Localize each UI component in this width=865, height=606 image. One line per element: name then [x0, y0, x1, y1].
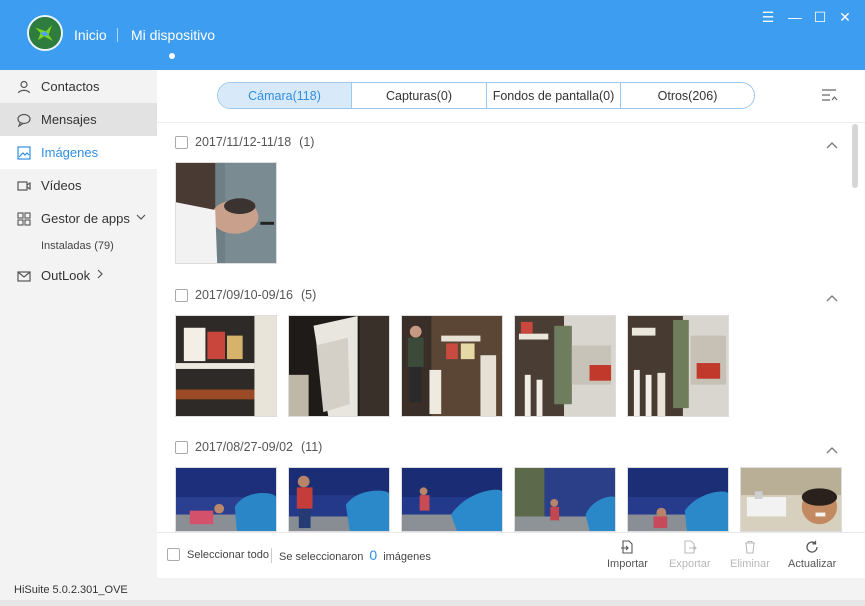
sidebar: Contactos Mensajes Imágenes Vídeos Gesto…: [0, 70, 157, 578]
date-group-header: 2017/08/27-09/02 (11): [175, 438, 322, 456]
photo-thumbnail[interactable]: [514, 315, 616, 417]
sidebar-item-outlook[interactable]: OutLook: [0, 259, 157, 292]
group-checkbox[interactable]: [175, 135, 188, 149]
export-button[interactable]: Exportar: [669, 540, 711, 570]
sort-icon[interactable]: [821, 88, 839, 104]
trash-icon: [743, 540, 757, 554]
export-label: Exportar: [669, 558, 711, 570]
photo-thumbnail[interactable]: [288, 315, 390, 417]
sidebar-item-images[interactable]: Imágenes: [0, 136, 157, 169]
selection-suffix: imágenes: [383, 551, 431, 563]
tab-camera[interactable]: Cámara(118): [218, 83, 351, 108]
import-label: Importar: [607, 558, 648, 570]
sidebar-item-label: Imágenes: [41, 145, 99, 160]
sidebar-item-videos[interactable]: Vídeos: [0, 169, 157, 202]
hisuite-logo: [27, 15, 63, 51]
user-icon: [16, 79, 32, 95]
refresh-icon: [805, 540, 819, 554]
group-date: 2017/09/10-09/16: [195, 288, 294, 302]
status-bar: HiSuite 5.0.2.301_OVE: [0, 578, 865, 606]
date-group-header: 2017/09/10-09/16 (5): [175, 286, 316, 304]
refresh-button[interactable]: Actualizar: [788, 540, 836, 570]
category-tabs: Cámara(118) Capturas(0) Fondos de pantal…: [217, 82, 755, 109]
title-bar: Inicio Mi dispositivo ☰ — ☐ ✕: [0, 0, 865, 70]
photo-thumbnail[interactable]: [175, 162, 277, 264]
divider: [271, 548, 272, 563]
selection-prefix: Se seleccionaron: [279, 551, 364, 563]
maximize-icon[interactable]: ☐: [811, 8, 829, 26]
hisuite-window: Inicio Mi dispositivo ☰ — ☐ ✕ Contactos …: [0, 0, 865, 606]
chevron-up-icon[interactable]: [825, 442, 839, 454]
photo-thumbnail[interactable]: [627, 467, 729, 532]
chevron-up-icon[interactable]: [825, 290, 839, 302]
photo-thumbnail[interactable]: [288, 467, 390, 532]
chevron-right-icon: [96, 269, 104, 282]
sidebar-item-app-manager[interactable]: Gestor de apps: [0, 202, 157, 235]
group-checkbox[interactable]: [175, 288, 188, 302]
sidebar-item-label: OutLook: [41, 268, 91, 283]
photo-thumbnail[interactable]: [401, 467, 503, 532]
photo-thumbnail[interactable]: [401, 315, 503, 417]
sidebar-item-label: Vídeos: [41, 178, 82, 193]
photo-thumbnail[interactable]: [175, 315, 277, 417]
nav-separator: [117, 28, 118, 42]
select-all-label: Seleccionar todo: [187, 548, 269, 561]
photo-thumbnail[interactable]: [514, 467, 616, 532]
tab-others[interactable]: Otros(206): [620, 83, 754, 108]
sidebar-subitem-installed[interactable]: Instaladas (79): [41, 240, 114, 252]
refresh-label: Actualizar: [788, 558, 837, 570]
chevron-down-icon: [136, 213, 146, 224]
date-group-header: 2017/11/12-11/18 (1): [175, 133, 314, 151]
message-icon: [16, 112, 32, 128]
sidebar-item-messages[interactable]: Mensajes: [0, 103, 157, 136]
minimize-icon[interactable]: —: [786, 8, 804, 26]
scrollbar-thumb[interactable]: [852, 124, 858, 188]
export-icon: [683, 540, 697, 554]
group-count: (11): [301, 440, 323, 454]
sidebar-item-label: Gestor de apps: [41, 211, 130, 226]
group-count: (5): [301, 288, 317, 302]
version-label: HiSuite 5.0.2.301_OVE: [14, 584, 128, 596]
select-all-checkbox[interactable]: [167, 548, 180, 561]
delete-button[interactable]: Eliminar: [730, 540, 770, 570]
select-all[interactable]: Seleccionar todo: [167, 548, 269, 561]
group-date: 2017/11/12-11/18: [195, 135, 292, 149]
image-icon: [16, 145, 32, 161]
nav-my-device[interactable]: Mi dispositivo: [131, 27, 215, 43]
tab-wallpapers[interactable]: Fondos de pantalla(0): [486, 83, 620, 108]
selection-count: 0: [369, 547, 378, 563]
import-icon: [620, 540, 634, 554]
active-nav-indicator: [169, 53, 175, 59]
photo-thumbnail[interactable]: [740, 467, 842, 532]
group-count: (1): [299, 135, 315, 149]
delete-label: Eliminar: [730, 558, 770, 570]
group-checkbox[interactable]: [175, 440, 188, 454]
chevron-up-icon[interactable]: [825, 137, 839, 149]
photo-thumbnail[interactable]: [175, 467, 277, 532]
import-button[interactable]: Importar: [607, 540, 648, 570]
bottom-bar: Seleccionar todo Se seleccionaron 0 imág…: [157, 532, 865, 578]
main-panel: Cámara(118) Capturas(0) Fondos de pantal…: [157, 70, 865, 578]
apps-icon: [16, 211, 32, 227]
tab-screenshots[interactable]: Capturas(0): [351, 83, 486, 108]
group-date: 2017/08/27-09/02: [195, 440, 294, 454]
selection-status: Se seleccionaron 0 imágenes: [279, 547, 431, 563]
photo-thumbnail[interactable]: [627, 315, 729, 417]
background-strip: [0, 600, 865, 606]
close-icon[interactable]: ✕: [836, 8, 854, 26]
menu-icon[interactable]: ☰: [759, 8, 777, 26]
divider: [157, 122, 865, 123]
sidebar-item-label: Mensajes: [41, 112, 97, 127]
mail-icon: [16, 268, 32, 284]
nav-home[interactable]: Inicio: [74, 27, 107, 43]
video-icon: [16, 178, 32, 194]
sidebar-item-label: Contactos: [41, 79, 100, 94]
sidebar-item-contacts[interactable]: Contactos: [0, 70, 157, 103]
